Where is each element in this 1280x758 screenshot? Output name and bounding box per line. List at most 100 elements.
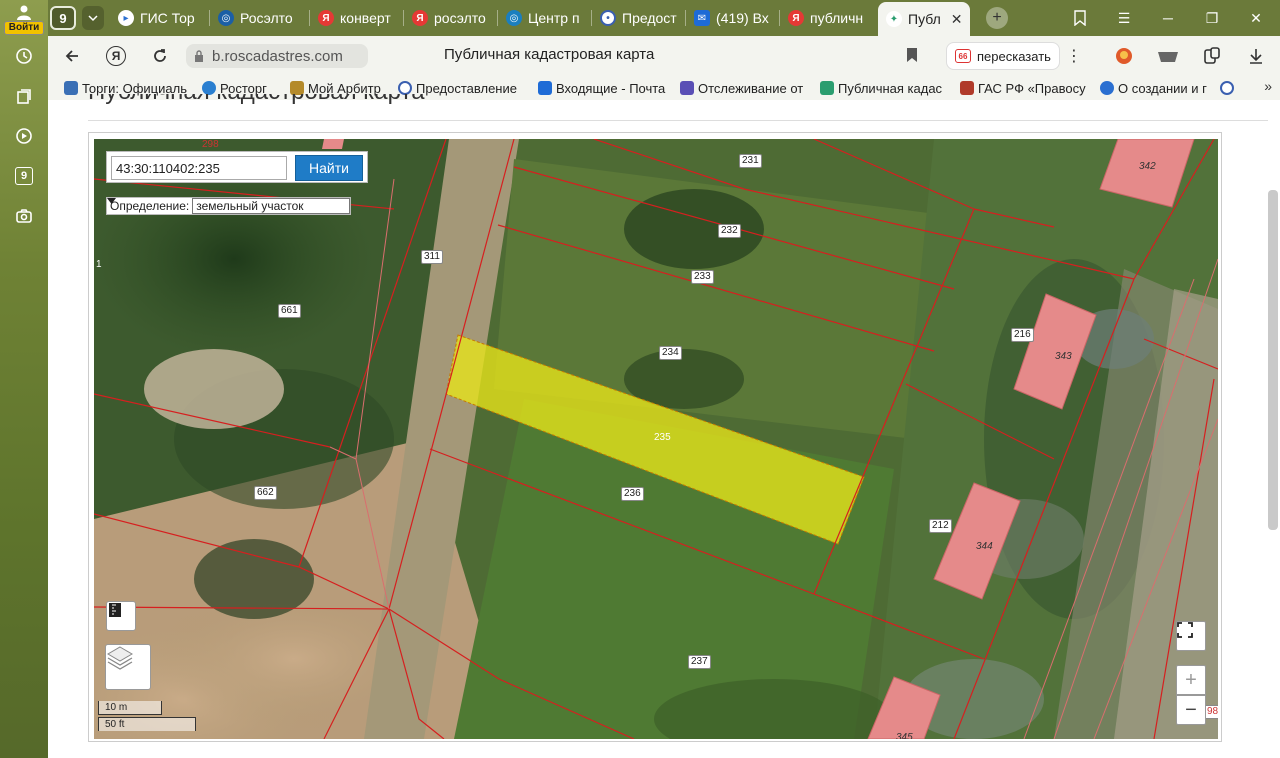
tab-4[interactable]: Я росэлто — [404, 4, 498, 32]
page-scrollbar[interactable] — [1268, 190, 1278, 530]
tab-6[interactable]: • Предост — [592, 4, 686, 32]
definition-row: Определение: земельный участок — [106, 197, 352, 215]
zoom-in-button[interactable]: + — [1176, 665, 1206, 695]
chevron-down-icon — [107, 198, 116, 204]
tab-3[interactable]: Я конверт — [310, 4, 404, 32]
bookmark-item[interactable]: Отслеживание от — [680, 79, 806, 97]
address-toolbar: Я b.roscadastres.com Публичная кадастров… — [48, 36, 1280, 76]
yandex-home-icon[interactable]: Я — [104, 44, 128, 68]
yandex-icon: Я — [318, 10, 334, 26]
more-options-icon[interactable]: ⋮ — [1066, 46, 1082, 66]
scale-bar: 10 m 50 ft — [98, 701, 196, 731]
parcel-label: 237 — [688, 655, 711, 669]
tab-8[interactable]: Я публичн — [780, 4, 874, 32]
minimize-icon[interactable]: ─ — [1156, 6, 1180, 30]
tab-label: Центр п — [528, 10, 580, 26]
restore-icon[interactable]: ❐ — [1200, 6, 1224, 30]
scale-feet: 50 ft — [98, 717, 196, 731]
parcel-label: 212 — [929, 519, 952, 533]
ruler-button[interactable] — [106, 601, 136, 631]
fullscreen-button[interactable] — [1176, 621, 1206, 651]
bookmark-label: Росторг — [220, 80, 267, 96]
globe-icon: ◎ — [506, 10, 522, 26]
yandex-icon: Я — [788, 10, 804, 26]
bookmark-label: Входящие - Почта — [556, 80, 666, 96]
definition-label: Определение: — [110, 199, 190, 213]
collections-tab-icon[interactable] — [1068, 6, 1092, 30]
ruler-icon — [109, 603, 121, 617]
bookmark-item[interactable]: Публичная кадас — [820, 79, 944, 97]
flag-icon: ▸ — [118, 10, 134, 26]
search-button[interactable]: Найти — [295, 155, 363, 181]
divider — [88, 120, 1268, 121]
scale-meters: 10 m — [98, 701, 162, 715]
video-icon[interactable] — [12, 124, 36, 148]
menu-icon[interactable]: ☰ — [1112, 6, 1136, 30]
tab-count-button[interactable]: 9 — [50, 6, 76, 30]
page-content: Публичная кадастровая карта — [48, 94, 1280, 758]
new-tab-button[interactable]: + — [986, 7, 1008, 29]
tab-1[interactable]: ▸ ГИС Тор — [110, 4, 210, 32]
building-298[interactable] — [322, 139, 344, 149]
retell-label: пересказать — [977, 48, 1051, 64]
parcel-label-selected: 235 — [654, 432, 671, 443]
back-icon[interactable] — [60, 44, 84, 68]
bookmark-icon[interactable] — [906, 47, 918, 63]
building-label: 343 — [1055, 351, 1072, 362]
tab-2[interactable]: ◎ Росэлто — [210, 4, 310, 32]
bookmark-item[interactable]: О создании и г — [1100, 79, 1220, 97]
tab-7[interactable]: ✉ (419) Вх — [686, 4, 780, 32]
tab-label: ГИС Тор — [140, 10, 195, 26]
parcel-label: 311 — [421, 250, 443, 264]
download-icon[interactable] — [1244, 44, 1268, 68]
retell-icon: 66 — [955, 49, 971, 63]
cadastral-number-input[interactable] — [111, 156, 287, 180]
history-icon[interactable] — [12, 44, 36, 68]
url-field[interactable]: b.roscadastres.com — [186, 44, 368, 68]
parcel-label: 1 — [96, 259, 102, 270]
bookmark-label: Публичная кадас — [838, 80, 943, 96]
building-label: 342 — [1139, 161, 1156, 172]
tab-5[interactable]: ◎ Центр п — [498, 4, 592, 32]
retell-button[interactable]: 66 пересказать — [946, 42, 1060, 70]
counter-icon[interactable]: 9 — [12, 164, 36, 188]
bookmark-favicon-icon — [820, 81, 834, 95]
extension-icon[interactable] — [1112, 44, 1136, 68]
tab-list-dropdown[interactable] — [82, 6, 104, 30]
tab-label: конверт — [340, 10, 391, 26]
reload-icon[interactable] — [148, 44, 172, 68]
bookmark-label: Торги: Официаль — [82, 80, 187, 96]
counter-text: 9 — [15, 167, 33, 185]
mail-icon: ✉ — [694, 10, 710, 26]
bookmark-favicon-icon — [680, 81, 694, 95]
collections-icon[interactable] — [12, 84, 36, 108]
tab-label: публичн — [810, 10, 864, 26]
zoom-out-button[interactable]: − — [1176, 695, 1206, 725]
bookmark-item[interactable] — [1220, 79, 1238, 97]
bookmark-label: Предоставление — [416, 80, 517, 96]
bookmark-label: Мой Арбитр — [308, 80, 381, 96]
layers-icon — [107, 646, 133, 670]
cadastral-map[interactable]: 231 232 233 234 235 236 237 311 661 662 … — [94, 139, 1218, 739]
parcel-label: 662 — [254, 486, 277, 500]
definition-select[interactable]: земельный участок — [107, 198, 351, 214]
screenshot-icon[interactable] — [12, 204, 36, 228]
layers-button[interactable] — [105, 644, 151, 690]
extension-icon[interactable] — [1156, 44, 1180, 68]
definition-value: земельный участок — [196, 199, 304, 213]
tab-label: росэлто — [434, 10, 486, 26]
fullscreen-icon — [1177, 622, 1193, 638]
bookmarks-more-icon[interactable]: » — [1264, 78, 1272, 94]
bookmark-item[interactable]: Входящие - Почта — [538, 79, 668, 97]
globe-icon: ◎ — [218, 10, 234, 26]
login-button[interactable]: Войти — [4, 2, 44, 35]
extensions-puzzle-icon[interactable] — [1200, 44, 1224, 68]
parcel-label: 233 — [691, 270, 714, 284]
close-window-icon[interactable]: ✕ — [1244, 6, 1268, 30]
bookmark-favicon-icon — [1220, 81, 1234, 95]
close-tab-icon[interactable]: ✕ — [951, 11, 963, 28]
tab-active[interactable]: ✦ Публ ✕ — [878, 2, 970, 36]
bookmark-favicon-icon — [64, 81, 78, 95]
tab-label: Росэлто — [240, 10, 293, 26]
bookmark-item[interactable]: ГАС РФ «Правосу — [960, 79, 1086, 97]
